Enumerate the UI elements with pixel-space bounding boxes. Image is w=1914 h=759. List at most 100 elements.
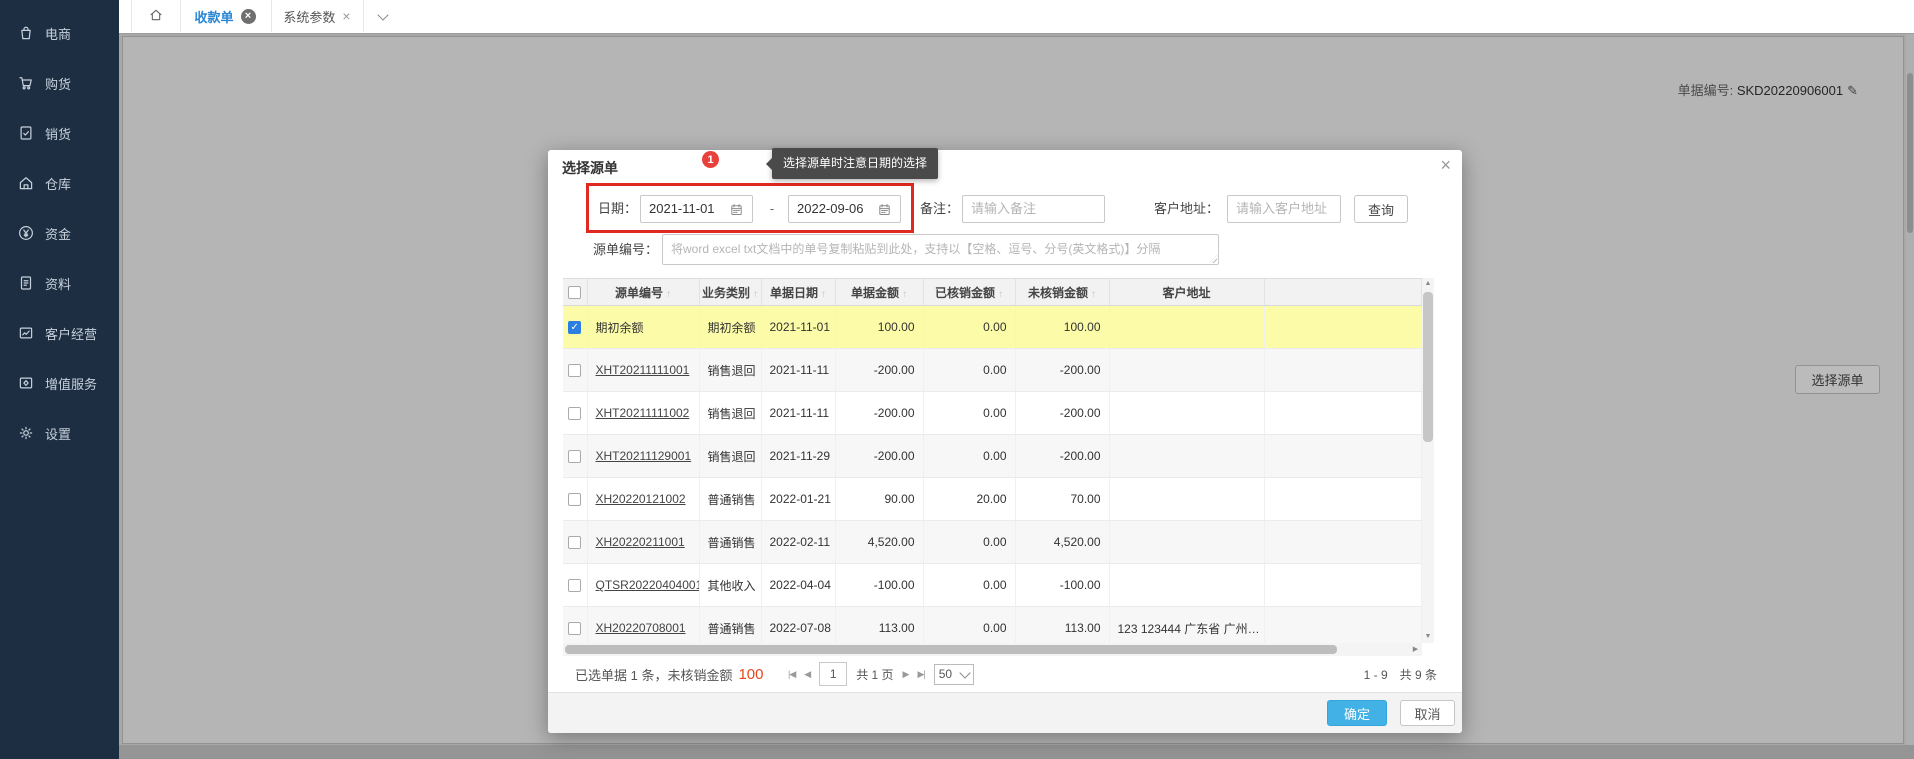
- column-header[interactable]: 客户地址: [1109, 279, 1264, 306]
- sidebar-item-funds[interactable]: 资金: [0, 208, 119, 258]
- sort-arrow-icon[interactable]: ↑: [998, 289, 1003, 300]
- select-source-modal: 选择源单 × 日期： 2021-11-01 - 2022-09-06 备注： 请…: [548, 150, 1462, 733]
- row-checkbox[interactable]: [568, 579, 581, 592]
- source-doc-row[interactable]: XHT20211129001销售退回2021-11-29-200.000.00-…: [563, 435, 1422, 478]
- next-page-icon[interactable]: ▶: [903, 669, 909, 680]
- sales-doc-icon: [17, 124, 35, 142]
- column-header[interactable]: 已核销金额↑: [923, 279, 1015, 306]
- sidebar-item-ecommerce[interactable]: 电商: [0, 8, 119, 58]
- source-doc-row[interactable]: QTSR20220404001其他收入2022-04-04-100.000.00…: [563, 564, 1422, 607]
- row-checkbox[interactable]: [568, 622, 581, 635]
- annotation-badge: 1: [702, 151, 719, 168]
- tab-receipt-doc[interactable]: 收款单×: [179, 0, 272, 32]
- page-number-input[interactable]: 1: [819, 662, 847, 686]
- scrollbar-thumb[interactable]: [1423, 292, 1433, 442]
- column-header[interactable]: 单据日期↑: [761, 279, 835, 306]
- row-checkbox[interactable]: [568, 450, 581, 463]
- sort-arrow-icon[interactable]: ↑: [902, 289, 907, 300]
- source-doc-row[interactable]: XHT20211111001销售退回2021-11-11-200.000.00-…: [563, 349, 1422, 392]
- filler-header: [1264, 279, 1422, 306]
- confirm-button[interactable]: 确定: [1327, 700, 1387, 726]
- cancel-button[interactable]: 取消: [1400, 700, 1455, 726]
- sidebar-item-label: 资料: [45, 274, 71, 293]
- source-doc-row[interactable]: ✓期初余额期初余额2021-11-01100.000.00100.00: [563, 306, 1422, 349]
- source-doc-code[interactable]: XH20220211001: [596, 535, 685, 549]
- sidebar: 电商购货销货仓库资金资料客户经营增值服务设置: [0, 0, 119, 759]
- sort-arrow-icon[interactable]: ↑: [666, 289, 671, 300]
- source-doc-row[interactable]: XH20220708001普通销售2022-07-08113.000.00113…: [563, 607, 1422, 645]
- app-root: 保存并新增 保存 单据编号: SKD20220906001✎ *客户： KH00…: [0, 0, 1914, 759]
- page-total-label: 共 1 页: [856, 666, 893, 683]
- sidebar-item-value-added[interactable]: 增值服务: [0, 358, 119, 408]
- column-header[interactable]: 源单编号↑: [587, 279, 699, 306]
- scroll-down-icon[interactable]: ▼: [1422, 631, 1434, 643]
- date-to-field[interactable]: 2022-09-06: [788, 195, 901, 223]
- page-size-value: 50: [939, 667, 952, 681]
- tab-close-icon[interactable]: ×: [342, 8, 350, 24]
- sidebar-item-label: 购货: [45, 74, 71, 93]
- sidebar-item-label: 资金: [45, 224, 71, 243]
- scrollbar-thumb[interactable]: [565, 645, 1337, 654]
- sidebar-item-label: 增值服务: [45, 374, 97, 393]
- select-all-checkbox[interactable]: [568, 286, 581, 299]
- date-range-label: 日期：: [598, 195, 637, 223]
- modal-title: 选择源单: [562, 158, 618, 178]
- source-no-textarea[interactable]: 将word excel txt文档中的单号复制粘贴到此处，支持以【空格、逗号、分…: [662, 234, 1219, 265]
- sort-arrow-icon[interactable]: ↑: [753, 289, 758, 300]
- sidebar-item-sales[interactable]: 销货: [0, 108, 119, 158]
- source-doc-row[interactable]: XH20220121002普通销售2022-01-2190.0020.0070.…: [563, 478, 1422, 521]
- search-button[interactable]: 查询: [1354, 195, 1408, 223]
- table-horizontal-scrollbar[interactable]: ▶: [563, 643, 1422, 656]
- source-doc-code[interactable]: QTSR20220404001: [596, 578, 700, 592]
- sidebar-item-customer-ops[interactable]: 客户经营: [0, 308, 119, 358]
- sidebar-item-label: 销货: [45, 124, 71, 143]
- resize-handle[interactable]: [1209, 255, 1217, 263]
- source-doc-code[interactable]: XHT20211111002: [596, 406, 690, 420]
- date-from-field[interactable]: 2021-11-01: [640, 195, 753, 223]
- column-header[interactable]: 业务类别↑: [699, 279, 761, 306]
- home-tab-button[interactable]: [131, 0, 181, 32]
- sidebar-menu: 电商购货销货仓库资金资料客户经营增值服务设置: [0, 0, 119, 458]
- remark-placeholder: 请输入备注: [971, 196, 1036, 222]
- source-doc-code[interactable]: XH20220121002: [596, 492, 686, 506]
- warehouse-icon: [17, 174, 35, 192]
- source-doc-code[interactable]: XH20220708001: [596, 621, 686, 635]
- sidebar-item-settings[interactable]: 设置: [0, 408, 119, 458]
- calendar-icon[interactable]: [877, 202, 892, 217]
- scroll-right-icon[interactable]: ▶: [1409, 643, 1422, 656]
- modal-close-icon[interactable]: ×: [1440, 155, 1451, 176]
- tab-close-icon[interactable]: ×: [241, 9, 256, 24]
- remark-filter-input[interactable]: 请输入备注: [962, 195, 1105, 223]
- column-header[interactable]: 单据金额↑: [835, 279, 923, 306]
- row-checkbox[interactable]: [568, 364, 581, 377]
- source-doc-code[interactable]: XHT20211111001: [596, 363, 690, 377]
- first-page-icon[interactable]: |◀: [788, 669, 795, 680]
- row-checkbox[interactable]: [568, 536, 581, 549]
- sort-arrow-icon[interactable]: ↑: [821, 289, 826, 300]
- shopping-bag-icon: [17, 24, 35, 42]
- sort-arrow-icon[interactable]: ↑: [1091, 289, 1096, 300]
- source-doc-row[interactable]: XHT20211111002销售退回2021-11-11-200.000.00-…: [563, 392, 1422, 435]
- column-header[interactable]: 未核销金额↑: [1015, 279, 1109, 306]
- prev-page-icon[interactable]: ◀: [804, 669, 810, 680]
- customer-address-input[interactable]: 请输入客户地址: [1227, 195, 1341, 223]
- row-checkbox-checked[interactable]: ✓: [568, 321, 581, 334]
- source-doc-table: 源单编号↑业务类别↑单据日期↑单据金额↑已核销金额↑未核销金额↑客户地址 ✓期初…: [563, 278, 1422, 644]
- source-doc-code[interactable]: XHT20211129001: [596, 449, 692, 463]
- last-page-icon[interactable]: ▶|: [917, 669, 924, 680]
- page-size-select[interactable]: 50: [934, 664, 974, 685]
- scroll-up-icon[interactable]: ▲: [1422, 278, 1434, 290]
- calendar-icon[interactable]: [729, 202, 744, 217]
- sidebar-item-label: 设置: [45, 424, 71, 443]
- row-checkbox[interactable]: [568, 407, 581, 420]
- sidebar-item-label: 电商: [45, 24, 71, 43]
- table-vertical-scrollbar[interactable]: ▲ ▼: [1422, 278, 1434, 643]
- tab-system-params[interactable]: 系统参数×: [271, 0, 364, 32]
- tab-list-dropdown[interactable]: [371, 0, 395, 32]
- sidebar-item-data[interactable]: 资料: [0, 258, 119, 308]
- funds-icon: [17, 224, 35, 242]
- sidebar-item-purchase[interactable]: 购货: [0, 58, 119, 108]
- sidebar-item-warehouse[interactable]: 仓库: [0, 158, 119, 208]
- row-checkbox[interactable]: [568, 493, 581, 506]
- source-doc-row[interactable]: XH20220211001普通销售2022-02-114,520.000.004…: [563, 521, 1422, 564]
